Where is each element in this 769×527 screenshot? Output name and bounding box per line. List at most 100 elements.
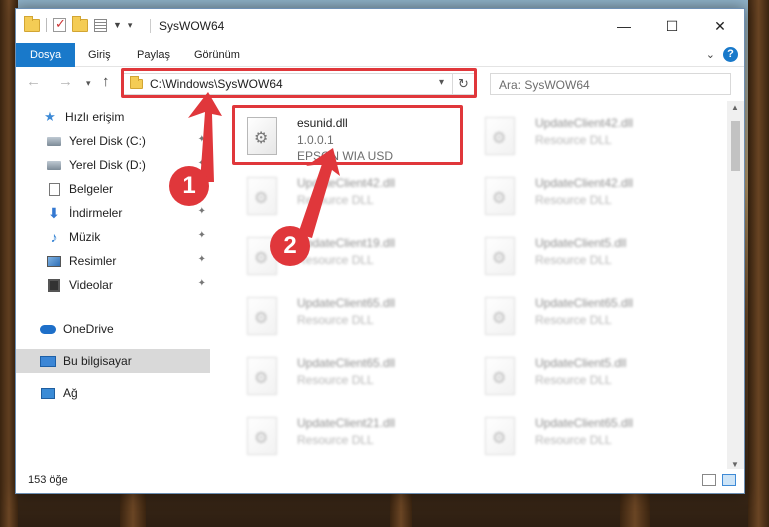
dll-file-icon xyxy=(485,357,515,395)
address-path: C:\Windows\SysWOW64 xyxy=(150,77,283,91)
file-name: UpdateClient5.dll xyxy=(535,356,627,370)
file-type: Resource DLL xyxy=(535,253,612,267)
file-item[interactable]: UpdateClient42.dll Resource DLL xyxy=(233,167,458,225)
file-name: UpdateClient42.dll xyxy=(535,176,634,190)
sidebar-item-label: Resimler xyxy=(69,254,117,268)
back-arrow-icon[interactable]: ← xyxy=(26,73,41,90)
dll-file-icon xyxy=(485,297,515,335)
folder-icon xyxy=(24,15,40,32)
file-item[interactable]: UpdateClient42.dll Resource DLL xyxy=(471,167,696,225)
video-icon xyxy=(48,278,60,292)
chevron-down-icon[interactable]: ▼ xyxy=(113,20,122,30)
help-icon[interactable]: ? xyxy=(723,47,738,62)
file-name: esunid.dll xyxy=(297,116,348,130)
chevron-down-icon[interactable]: ▾ xyxy=(439,77,444,88)
file-item[interactable]: UpdateClient21.dll Resource DLL xyxy=(233,407,458,465)
recent-locations-icon[interactable]: ▾ xyxy=(86,78,91,89)
file-name: UpdateClient5.dll xyxy=(535,236,627,250)
sidebar-item-label: Müzik xyxy=(69,230,101,244)
file-name: UpdateClient42.dll xyxy=(297,176,396,190)
sidebar-item-music[interactable]: ♪ Müzik ✦ xyxy=(16,225,210,249)
sidebar-item-quick-access[interactable]: ★ Hızlı erişim xyxy=(16,105,210,129)
file-name: UpdateClient65.dll xyxy=(297,296,396,310)
minimize-button[interactable]: — xyxy=(600,9,648,43)
dll-file-icon xyxy=(247,177,277,215)
file-type: Resource DLL xyxy=(535,433,612,447)
tab-giris[interactable]: Giriş xyxy=(88,43,111,67)
file-type: Resource DLL xyxy=(535,193,612,207)
maximize-button[interactable]: ☐ xyxy=(648,9,696,43)
file-type: Resource DLL xyxy=(535,313,612,327)
folder-icon xyxy=(130,76,143,89)
file-type: Resource DLL xyxy=(297,253,374,267)
file-description: EPSON WIA USD xyxy=(297,149,394,163)
sidebar-item-videos[interactable]: Videolar ✦ xyxy=(16,273,210,297)
file-explorer-window: ▼ ▾ SysWOW64 — ☐ ✕ Dosya Giriş Paylaş Gö… xyxy=(15,8,745,494)
sidebar-item-local-disk-c[interactable]: Yerel Disk (C:) ✦ xyxy=(16,129,210,153)
item-count: 153 öğe xyxy=(28,474,68,486)
sidebar-item-label: İndirmeler xyxy=(69,206,123,220)
sidebar-item-label: Bu bilgisayar xyxy=(63,354,132,368)
sidebar-item-label: OneDrive xyxy=(63,322,114,336)
sidebar-item-label: Videolar xyxy=(69,278,113,292)
pin-icon: ✦ xyxy=(197,206,206,217)
window-title: SysWOW64 xyxy=(159,19,225,33)
tab-dosya[interactable]: Dosya xyxy=(16,43,76,67)
dll-file-icon xyxy=(485,117,515,155)
sidebar-item-pictures[interactable]: Resimler ✦ xyxy=(16,249,210,273)
scrollbar-thumb[interactable] xyxy=(731,121,740,171)
file-item[interactable]: UpdateClient19.dll Resource DLL xyxy=(233,227,458,285)
scroll-up-icon[interactable]: ▲ xyxy=(731,103,739,112)
properties-icon[interactable] xyxy=(94,18,107,32)
drive-icon xyxy=(47,136,61,146)
dll-file-icon xyxy=(485,177,515,215)
scroll-down-icon[interactable]: ▼ xyxy=(731,460,739,469)
file-item[interactable]: UpdateClient65.dll Resource DLL xyxy=(471,407,696,465)
drive-icon xyxy=(47,160,61,170)
status-bar: 153 öğe xyxy=(16,469,744,493)
properties-check-icon[interactable] xyxy=(53,16,66,32)
sidebar-item-onedrive[interactable]: OneDrive xyxy=(16,317,210,341)
file-item[interactable]: UpdateClient65.dll Resource DLL xyxy=(233,287,458,345)
sidebar-item-label: Yerel Disk (D:) xyxy=(69,158,146,172)
up-arrow-icon[interactable]: ↑ xyxy=(102,73,110,90)
pin-icon: ✦ xyxy=(197,254,206,265)
step-badge-1: 1 xyxy=(169,166,209,206)
download-icon: ⬇ xyxy=(48,204,60,221)
dll-file-icon xyxy=(247,117,277,155)
search-placeholder: Ara: SysWOW64 xyxy=(499,78,590,92)
pictures-icon xyxy=(47,255,61,267)
sidebar-item-this-pc[interactable]: Bu bilgisayar xyxy=(16,349,210,373)
refresh-button[interactable]: ↻ xyxy=(453,73,475,95)
search-input[interactable]: Ara: SysWOW64 xyxy=(490,73,731,95)
tab-paylas[interactable]: Paylaş xyxy=(137,43,170,67)
close-button[interactable]: ✕ xyxy=(696,9,744,43)
file-item[interactable]: UpdateClient5.dll Resource DLL xyxy=(471,227,696,285)
ribbon-expand-icon[interactable]: ⌄ xyxy=(706,48,715,61)
file-name: UpdateClient65.dll xyxy=(535,296,634,310)
file-type: Resource DLL xyxy=(297,373,374,387)
customize-toolbar-icon[interactable]: ▾ xyxy=(128,20,133,31)
star-icon: ★ xyxy=(44,109,56,124)
forward-arrow-icon[interactable]: → xyxy=(58,73,73,90)
tab-gorunum[interactable]: Görünüm xyxy=(194,43,240,67)
computer-icon xyxy=(40,355,56,367)
file-item[interactable]: UpdateClient42.dll Resource DLL xyxy=(471,107,696,165)
file-item[interactable]: UpdateClient5.dll Resource DLL xyxy=(471,347,696,405)
sidebar-item-label: Belgeler xyxy=(69,182,114,196)
navigation-bar: ← → ▾ ↑ C:\Windows\SysWOW64 ▾ ↻ Ara: Sys… xyxy=(16,67,744,99)
file-item[interactable]: UpdateClient65.dll Resource DLL xyxy=(233,347,458,405)
new-folder-icon[interactable] xyxy=(72,15,88,32)
file-item-esunid-dll[interactable]: esunid.dll 1.0.0.1 EPSON WIA USD xyxy=(233,107,458,165)
dll-file-icon xyxy=(485,417,515,455)
tiles-view-icon[interactable] xyxy=(722,474,736,486)
document-icon xyxy=(48,182,60,196)
ribbon-tabs: Dosya Giriş Paylaş Görünüm ⌄ ? xyxy=(16,43,744,67)
network-icon xyxy=(41,387,55,399)
sidebar-item-network[interactable]: Ağ xyxy=(16,381,210,405)
address-bar[interactable]: C:\Windows\SysWOW64 ▾ xyxy=(123,73,453,95)
details-view-icon[interactable] xyxy=(702,474,716,486)
file-item[interactable]: UpdateClient65.dll Resource DLL xyxy=(471,287,696,345)
dll-file-icon xyxy=(247,357,277,395)
vertical-scrollbar[interactable]: ▲ ▼ xyxy=(727,101,744,471)
